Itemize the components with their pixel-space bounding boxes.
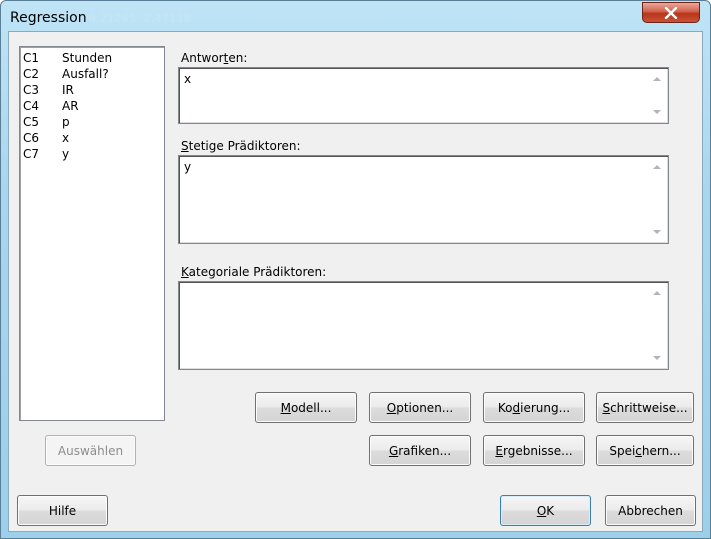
button-accelerator: E (495, 443, 503, 458)
scroll-down-icon[interactable] (653, 110, 661, 114)
button-accelerator: O (536, 503, 547, 518)
list-item[interactable]: C6 x (23, 130, 161, 146)
label-accelerator: S (181, 139, 189, 153)
background-worksheet-text: 6.21245 -2.47138 (89, 12, 191, 25)
variable-name: AR (62, 99, 79, 113)
list-item[interactable]: C7 y (23, 146, 161, 162)
list-item[interactable]: C2 Ausfall? (23, 66, 161, 82)
label-text: en: (228, 51, 248, 65)
dialog-client-area: C1 Stunden C2 Ausfall? C3 IR C4 AR C5 p … (8, 31, 703, 532)
button-text: ptionen... (396, 400, 454, 415)
variable-list[interactable]: C1 Stunden C2 Ausfall? C3 IR C4 AR C5 p … (19, 46, 165, 421)
window-title: Regression (10, 10, 87, 26)
button-text: Hilfe (48, 503, 77, 518)
label-text: tetige Prädiktoren: (188, 139, 301, 153)
scroll-down-icon[interactable] (653, 356, 661, 360)
list-item[interactable]: C3 IR (23, 82, 161, 98)
continuous-predictors-scrollbar[interactable] (649, 158, 666, 241)
responses-scrollbar[interactable] (649, 70, 666, 121)
button-text: K (546, 503, 555, 518)
button-text: Auswählen (57, 443, 124, 458)
title-bar[interactable]: Regression 6.21245 -2.47138 (1, 1, 710, 33)
responses-label: Antworten: (181, 51, 247, 65)
list-item[interactable]: C4 AR (23, 98, 161, 114)
variable-column: C7 (23, 147, 40, 161)
button-accelerator: S (602, 400, 611, 415)
button-text: odell... (290, 400, 332, 415)
ok-button[interactable]: OK (500, 495, 591, 526)
variable-name: IR (62, 83, 74, 97)
variable-name: Stunden (62, 51, 113, 65)
results-button[interactable]: Ergebnisse... (483, 435, 585, 466)
button-accelerator: d (512, 400, 521, 415)
variable-column: C1 (23, 51, 40, 65)
responses-value: x (184, 72, 192, 86)
select-button[interactable]: Auswählen (45, 435, 136, 466)
variable-column: C2 (23, 67, 40, 81)
variable-column: C6 (23, 131, 40, 145)
continuous-predictors-label: Stetige Prädiktoren: (181, 139, 301, 153)
button-text: Ko (497, 400, 513, 415)
categorical-predictors-scrollbar[interactable] (649, 284, 666, 367)
button-text: chrittweise... (610, 400, 688, 415)
variable-column: C3 (23, 83, 40, 97)
categorical-predictors-input[interactable] (178, 281, 669, 370)
button-text: Spei (609, 443, 636, 458)
button-text: hern... (641, 443, 681, 458)
scroll-up-icon[interactable] (653, 291, 661, 295)
variable-column: C5 (23, 115, 40, 129)
variable-name: y (62, 147, 70, 161)
continuous-predictors-value: y (184, 160, 192, 174)
storage-button[interactable]: Spei c hern... (596, 435, 694, 466)
scroll-up-icon[interactable] (653, 165, 661, 169)
dialog-window: Regression 6.21245 -2.47138 C1 Stunden C… (0, 0, 711, 539)
cancel-button[interactable]: Abbrechen (605, 495, 696, 526)
coding-button[interactable]: Ko d ierung... (483, 392, 585, 423)
scroll-up-icon[interactable] (653, 77, 661, 81)
button-accelerator: c (635, 443, 642, 458)
categorical-predictors-label: Kategoriale Prädiktoren: (181, 265, 326, 279)
label-text: Antwor (181, 51, 224, 65)
label-text: ategoriale Prädiktoren: (188, 265, 327, 279)
list-item[interactable]: C1 Stunden (23, 50, 161, 66)
button-accelerator: O (386, 400, 397, 415)
button-text: rafiken... (398, 443, 452, 458)
variable-name: Ausfall? (62, 67, 109, 81)
variable-column: C4 (23, 99, 40, 113)
button-accelerator: G (388, 443, 399, 458)
stepwise-button[interactable]: Schrittweise... (596, 392, 694, 423)
help-button[interactable]: Hilfe (17, 495, 108, 526)
model-button[interactable]: Modell... (255, 392, 357, 423)
variable-name: x (62, 131, 70, 145)
label-accelerator: K (181, 265, 189, 279)
graphs-button[interactable]: Grafiken... (369, 435, 471, 466)
button-text: Abbrechen (618, 503, 683, 518)
scroll-down-icon[interactable] (653, 230, 661, 234)
options-button[interactable]: Optionen... (369, 392, 471, 423)
button-text: rgebnisse... (502, 443, 573, 458)
close-icon (664, 6, 678, 19)
list-item[interactable]: C5 p (23, 114, 161, 130)
variable-name: p (62, 115, 70, 129)
close-button[interactable] (642, 2, 700, 23)
button-accelerator: M (280, 400, 291, 415)
button-text: ierung... (520, 400, 571, 415)
responses-input[interactable]: x (178, 67, 669, 124)
continuous-predictors-input[interactable]: y (178, 155, 669, 244)
